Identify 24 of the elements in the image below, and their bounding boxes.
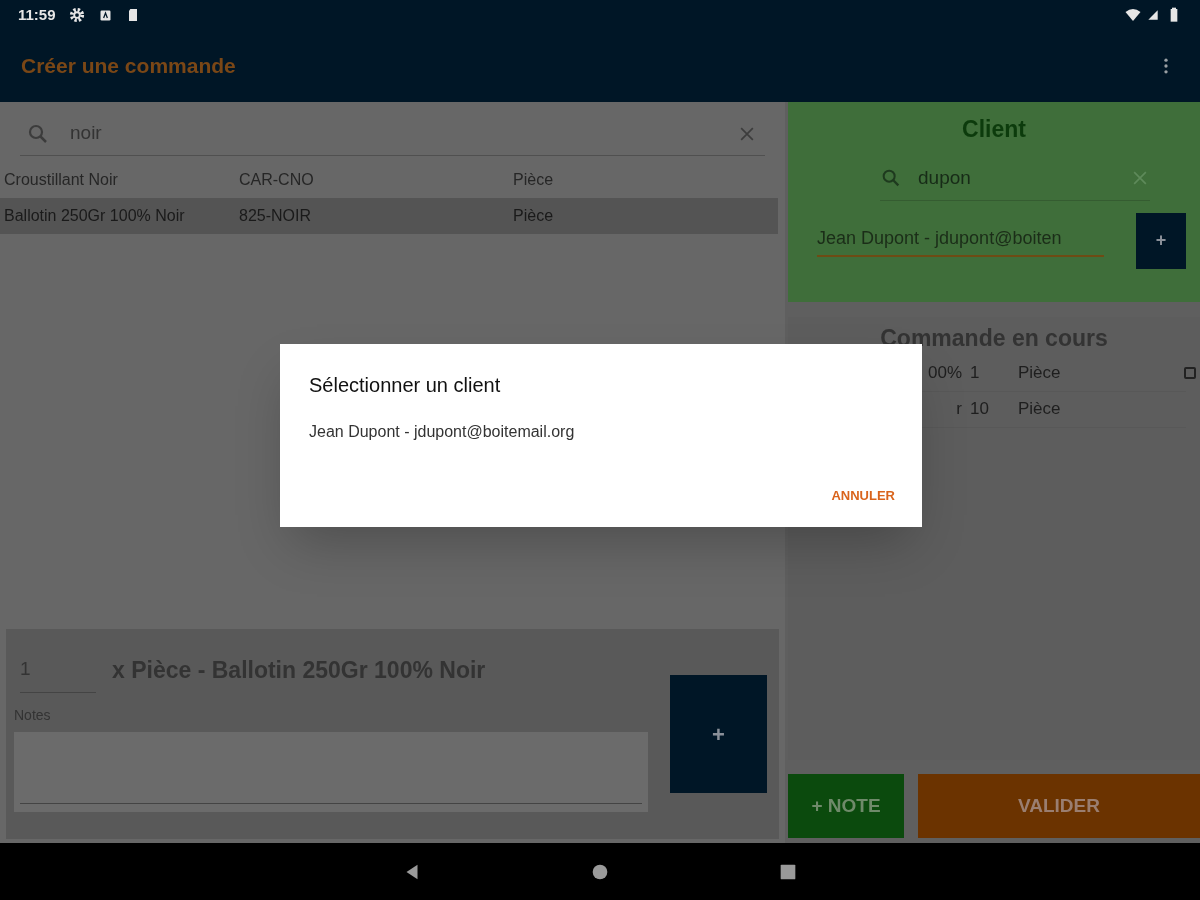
order-cell-text: r — [955, 398, 963, 421]
product-row[interactable]: Croustillant Noir CAR-CNO Pièce — [0, 162, 778, 198]
client-option[interactable]: Jean Dupont - jdupont@boitemail.org — [309, 420, 575, 444]
app-title: Créer une commande — [21, 53, 237, 80]
order-cell-text: 00% — [926, 362, 963, 385]
signal-icon — [1146, 8, 1160, 22]
notes-field[interactable] — [14, 732, 648, 812]
dialog-title: Sélectionner un client — [309, 373, 502, 398]
note-button[interactable]: + NOTE — [788, 774, 904, 838]
validate-button[interactable]: VALIDER — [918, 774, 1200, 838]
order-cell-text: 1 — [969, 362, 981, 385]
cancel-button[interactable]: ANNULER — [831, 485, 895, 505]
clock: 11:59 — [18, 4, 56, 25]
add-line-button[interactable]: + — [670, 675, 767, 793]
product-row[interactable]: Ballotin 250Gr 100% Noir 825-NOIR Pièce — [0, 198, 778, 234]
order-cell-text: 10 — [969, 398, 990, 421]
order-cell-text: Pièce — [1018, 362, 1062, 385]
order-cell-text: Pièce — [1018, 398, 1062, 421]
gear-icon — [67, 6, 86, 24]
add-client-button[interactable]: + — [1136, 212, 1186, 269]
client-dropdown[interactable]: Jean Dupont - jdupont@boiten — [817, 224, 1104, 257]
client-search-field[interactable]: dupon — [880, 156, 1150, 201]
square-icon[interactable] — [1184, 367, 1196, 379]
search-icon — [880, 167, 902, 189]
